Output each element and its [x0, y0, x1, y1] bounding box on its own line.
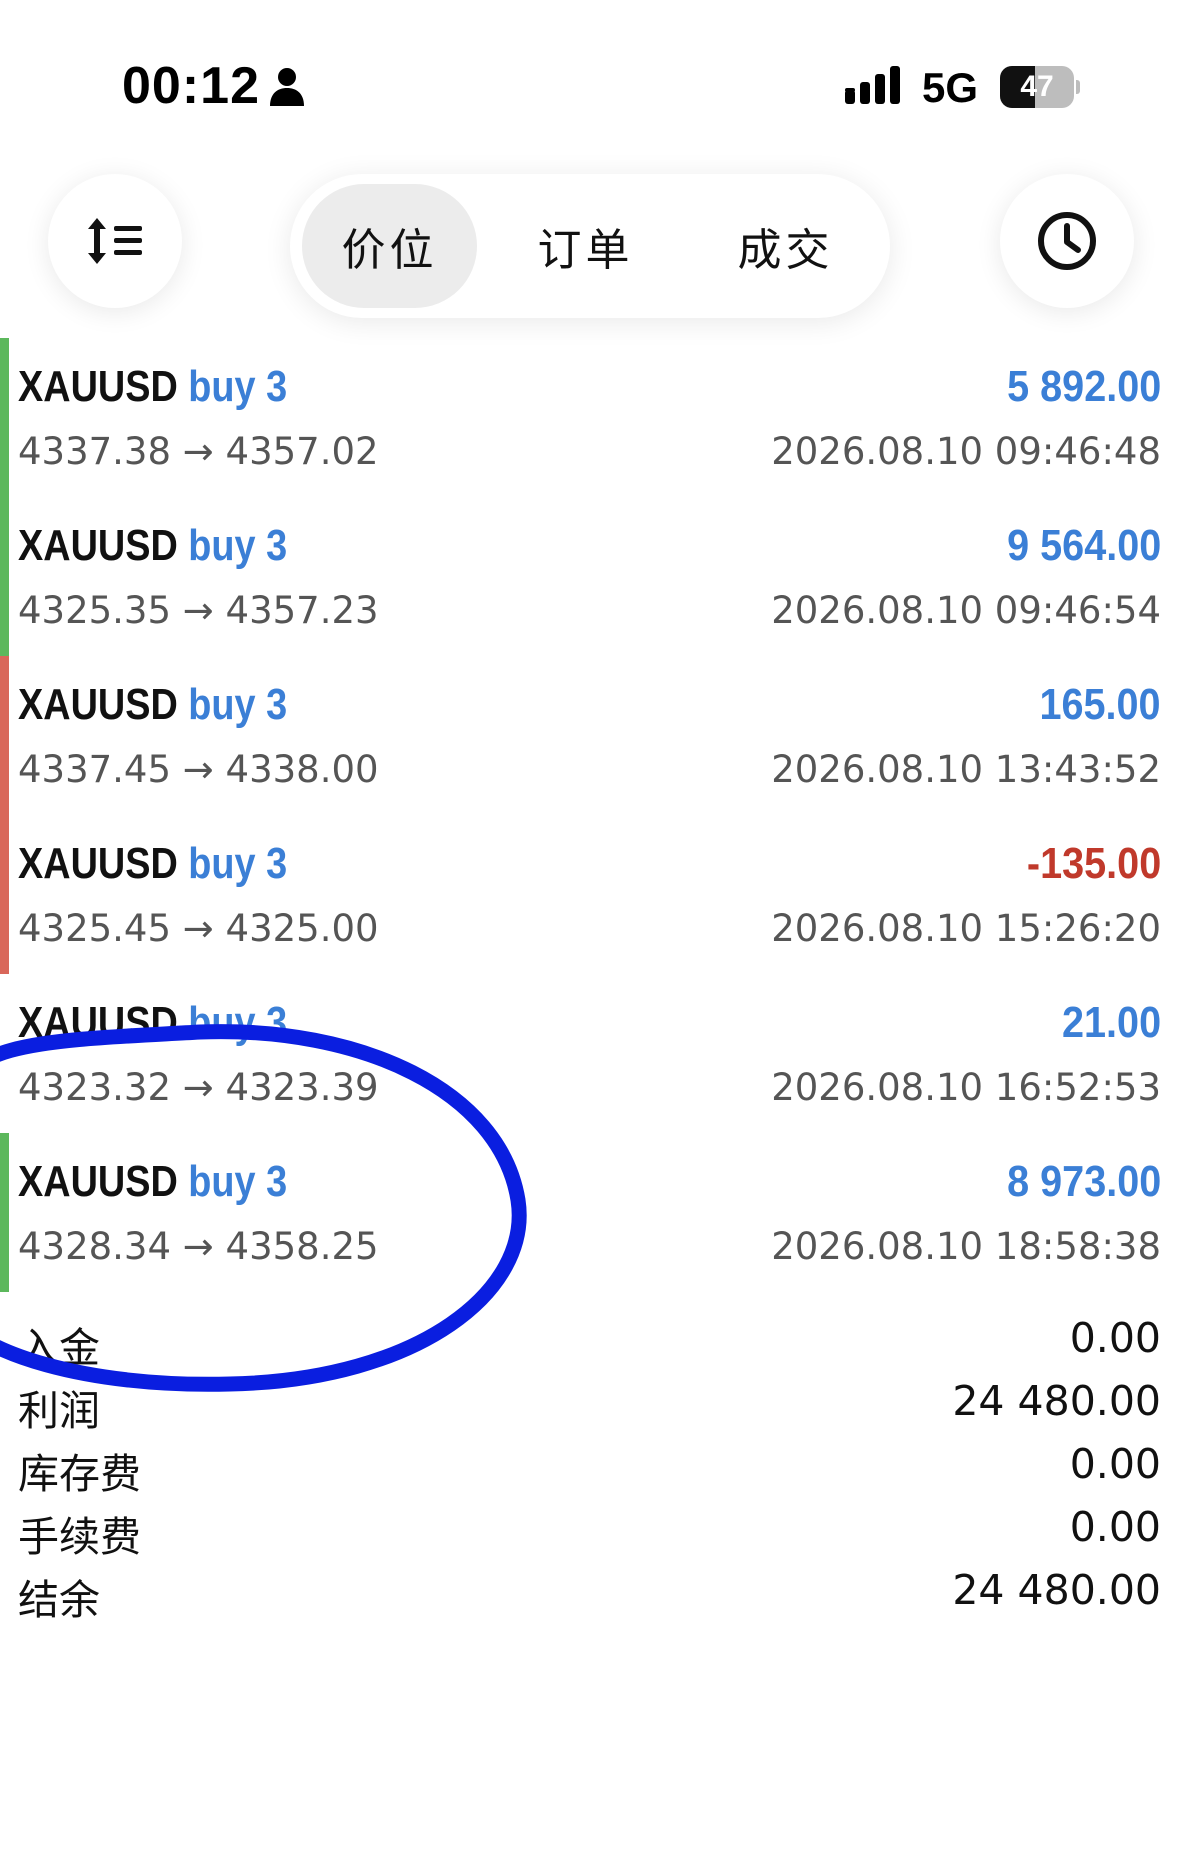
toolbar: 价位 订单 成交: [0, 160, 1179, 330]
deal-row[interactable]: XAUUSD buy 3 4337.45 → 4338.00 165.00 20…: [0, 656, 1179, 815]
battery-icon: 47: [1000, 66, 1080, 108]
deal-symbol-name: XAUUSD: [18, 839, 178, 888]
deal-side: buy 3: [188, 998, 288, 1047]
tab-deals[interactable]: 成交: [698, 184, 873, 308]
deal-symbol-name: XAUUSD: [18, 1157, 178, 1206]
deal-status-bar: [0, 1133, 9, 1292]
status-time: 00:12: [122, 57, 260, 115]
deal-profit: 165.00: [1039, 680, 1161, 729]
deal-row[interactable]: XAUUSD buy 3 4325.45 → 4325.00 -135.00 2…: [0, 815, 1179, 974]
summary-value: 24 480.00: [952, 1377, 1161, 1425]
summary-row-profit: 利润 24 480.00: [0, 1371, 1179, 1435]
deal-prices: 4323.32 → 4323.39: [18, 1066, 379, 1109]
network-label: 5G: [922, 64, 979, 111]
sort-arrows-list-icon: [88, 218, 142, 264]
deal-prices: 4328.34 → 4358.25: [18, 1225, 379, 1268]
deal-side: buy 3: [188, 839, 288, 888]
deals-list: XAUUSD buy 3 4337.38 → 4357.02 5 892.00 …: [0, 338, 1179, 1292]
sort-button[interactable]: [48, 174, 182, 308]
deal-symbol: XAUUSD buy 3: [18, 1157, 287, 1207]
deal-symbol: XAUUSD buy 3: [18, 362, 287, 412]
summary-section: 入金 0.00 利润 24 480.00 库存费 0.00 手续费 0.00 结…: [0, 1308, 1179, 1624]
deal-symbol-name: XAUUSD: [18, 998, 178, 1047]
deal-symbol-name: XAUUSD: [18, 680, 178, 729]
deal-status-bar: [0, 656, 9, 815]
deal-row[interactable]: XAUUSD buy 3 4325.35 → 4357.23 9 564.00 …: [0, 497, 1179, 656]
deal-status-bar: [0, 338, 9, 497]
deal-prices: 4337.45 → 4338.00: [18, 748, 379, 791]
deal-prices: 4325.45 → 4325.00: [18, 907, 379, 950]
signal-icon: [845, 66, 900, 104]
deal-side: buy 3: [188, 680, 288, 729]
deal-row[interactable]: XAUUSD buy 3 4337.38 → 4357.02 5 892.00 …: [0, 338, 1179, 497]
deal-side: buy 3: [188, 1157, 288, 1206]
segmented-control: 价位 订单 成交: [290, 174, 890, 318]
deal-symbol: XAUUSD buy 3: [18, 680, 287, 730]
deal-time: 2026.08.10 09:46:48: [771, 430, 1161, 473]
summary-row-swap: 库存费 0.00: [0, 1434, 1179, 1498]
summary-row-commission: 手续费 0.00: [0, 1497, 1179, 1561]
summary-label: 结余: [18, 1576, 100, 1624]
deal-symbol-name: XAUUSD: [18, 362, 178, 411]
deal-row[interactable]: XAUUSD buy 3 4323.32 → 4323.39 21.00 202…: [0, 974, 1179, 1133]
deal-prices: 4325.35 → 4357.23: [18, 589, 379, 632]
deal-prices: 4337.38 → 4357.02: [18, 430, 379, 473]
deal-profit: -135.00: [1026, 839, 1161, 888]
history-button[interactable]: [1000, 174, 1134, 308]
deal-status-bar: [0, 815, 9, 974]
deal-profit: 5 892.00: [1006, 362, 1161, 411]
deal-time: 2026.08.10 16:52:53: [771, 1066, 1161, 1109]
summary-row-deposit: 入金 0.00: [0, 1308, 1179, 1372]
battery-level: 47: [1020, 70, 1054, 103]
deal-time: 2026.08.10 13:43:52: [771, 748, 1161, 791]
deal-symbol: XAUUSD buy 3: [18, 998, 287, 1048]
deal-profit: 21.00: [1061, 998, 1161, 1047]
summary-value: 0.00: [1069, 1314, 1161, 1362]
clock-icon: [1038, 212, 1096, 270]
summary-label: 利润: [18, 1387, 100, 1435]
deal-status-bar: [0, 497, 9, 656]
summary-label: 库存费: [18, 1450, 141, 1498]
deal-time: 2026.08.10 15:26:20: [771, 907, 1161, 950]
tab-orders[interactable]: 订单: [498, 184, 673, 308]
deal-side: buy 3: [188, 362, 288, 411]
summary-label: 入金: [18, 1324, 100, 1372]
summary-value: 0.00: [1069, 1503, 1161, 1551]
person-icon: [270, 68, 304, 106]
status-bar: 00:12 5G 47: [0, 0, 1179, 150]
summary-value: 0.00: [1069, 1440, 1161, 1488]
summary-row-balance: 结余 24 480.00: [0, 1560, 1179, 1624]
tab-price[interactable]: 价位: [302, 184, 477, 308]
deal-row[interactable]: XAUUSD buy 3 4328.34 → 4358.25 8 973.00 …: [0, 1133, 1179, 1292]
deal-profit: 9 564.00: [1006, 521, 1161, 570]
deal-time: 2026.08.10 09:46:54: [771, 589, 1161, 632]
summary-label: 手续费: [18, 1513, 141, 1561]
deal-side: buy 3: [188, 521, 288, 570]
deal-symbol-name: XAUUSD: [18, 521, 178, 570]
deal-profit: 8 973.00: [1006, 1157, 1161, 1206]
deal-symbol: XAUUSD buy 3: [18, 521, 287, 571]
deal-time: 2026.08.10 18:58:38: [771, 1225, 1161, 1268]
summary-value: 24 480.00: [952, 1566, 1161, 1614]
deal-symbol: XAUUSD buy 3: [18, 839, 287, 889]
